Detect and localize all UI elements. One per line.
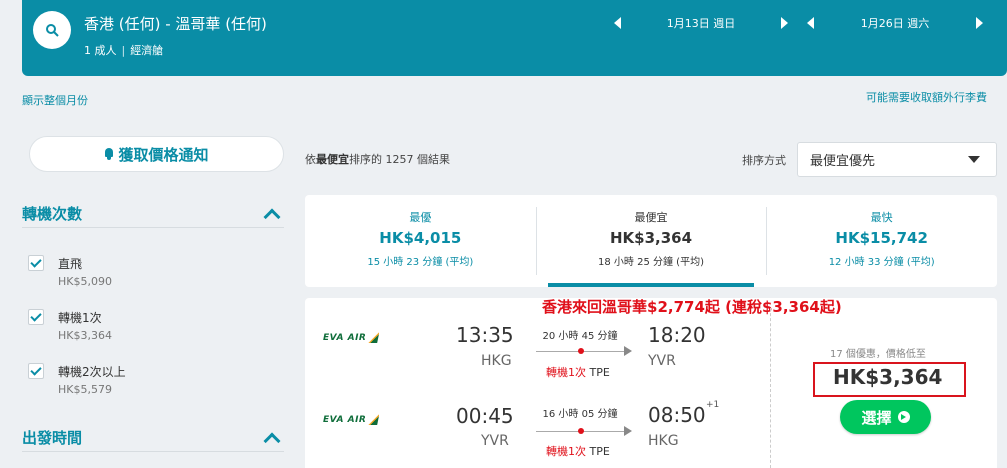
- stops-filter-title: 轉機次數: [22, 205, 83, 223]
- tab-best[interactable]: 最優 HK$4,015 15 小時 23 分鐘 (平均): [305, 195, 536, 287]
- stop-airport: TPE: [589, 445, 610, 458]
- tab-price: HK$4,015: [379, 229, 462, 247]
- tab-duration: 12 小時 33 分鐘 (平均): [828, 257, 935, 268]
- outbound-arrive-airport: YVR: [648, 353, 676, 369]
- stops-count: 轉機1次: [546, 366, 586, 379]
- search-icon: [46, 24, 59, 37]
- passenger-cabin[interactable]: 1 成人 | 經濟艙: [84, 42, 163, 58]
- tab-label: 最優: [409, 211, 432, 224]
- airline-name: EVA AIR: [323, 414, 367, 425]
- select-label: 選擇: [861, 408, 892, 427]
- plane-icon: [624, 346, 632, 356]
- bell-icon: [104, 148, 114, 160]
- return-date-nav: 1月26日 週六: [807, 13, 983, 33]
- tab-cheapest[interactable]: 最便宜 HK$3,364 18 小時 25 分鐘 (平均): [535, 195, 767, 287]
- price-divider: [770, 308, 771, 468]
- sort-select[interactable]: 最便宜優先: [797, 142, 997, 177]
- one-stop-checkbox[interactable]: [28, 309, 44, 325]
- route-title[interactable]: 香港 (任何) - 溫哥華 (任何): [84, 13, 267, 34]
- stops-filter-header[interactable]: 轉機次數: [22, 200, 284, 228]
- inbound-arrive-time: 08:50: [648, 403, 706, 427]
- inbound-duration: 16 小時 05 分鐘: [542, 409, 618, 420]
- stop-option-label: 轉機2次以上: [58, 365, 126, 379]
- tab-duration: 18 小時 25 分鐘 (平均): [598, 257, 704, 268]
- promo-banner: 香港來回溫哥華$2,774起 (連稅$3,364起): [542, 298, 842, 316]
- price-alert-button[interactable]: 獲取價格通知: [29, 136, 284, 172]
- inbound-depart-airport: YVR: [481, 433, 509, 449]
- next-depart-date-arrow-icon[interactable]: [781, 17, 788, 29]
- airline-logo: EVA AIR: [323, 332, 380, 343]
- sort-value: 最便宜優先: [810, 154, 876, 169]
- airline-mark-icon: [368, 332, 380, 343]
- next-return-date-arrow-icon[interactable]: [976, 17, 983, 29]
- two-plus-stops-checkbox[interactable]: [28, 363, 44, 379]
- stop-option-price: HK$3,364: [58, 329, 112, 342]
- caret-down-icon: [968, 156, 980, 163]
- results-count: 依最便宜排序的 1257 個結果: [305, 151, 450, 167]
- stop-dot-icon: [578, 428, 584, 434]
- stop-option-price: HK$5,579: [58, 383, 112, 396]
- price-alert-label: 獲取價格通知: [118, 145, 209, 164]
- deals-count: 17 個優惠，價格低至: [830, 349, 926, 360]
- depart-date-nav: 1月13日 週日: [614, 13, 788, 33]
- prev-return-date-arrow-icon[interactable]: [807, 17, 814, 29]
- arrow-right-icon: [897, 411, 910, 423]
- outbound-depart-airport: HKG: [481, 353, 512, 369]
- stop-dot-icon: [578, 348, 584, 354]
- inbound-depart-time: 00:45: [456, 404, 514, 428]
- stops-count: 轉機1次: [546, 445, 586, 458]
- inbound-arrive-airport: HKG: [648, 433, 679, 449]
- select-button[interactable]: 選擇: [840, 400, 931, 434]
- chevron-up-icon[interactable]: [263, 208, 281, 225]
- outbound-stops[interactable]: 轉機1次 TPE: [546, 364, 610, 380]
- outbound-depart-time: 13:35: [456, 323, 514, 347]
- tab-label: 最便宜: [634, 211, 668, 224]
- airline-name: EVA AIR: [323, 332, 367, 343]
- next-day-indicator: +1: [706, 400, 720, 410]
- stop-airport: TPE: [589, 366, 610, 379]
- search-button[interactable]: [33, 11, 71, 49]
- baggage-fees-link[interactable]: 可能需要收取額外行李費: [866, 89, 987, 105]
- airline-mark-icon: [368, 414, 380, 425]
- airline-logo: EVA AIR: [323, 414, 380, 425]
- stop-option-label: 轉機1次: [58, 311, 102, 325]
- search-summary-bar[interactable]: 香港 (任何) - 溫哥華 (任何) 1 成人 | 經濟艙 1月13日 週日 1月2…: [22, 0, 1007, 76]
- divider: |: [121, 44, 126, 57]
- chevron-up-icon[interactable]: [263, 432, 281, 449]
- departure-time-filter-header[interactable]: 出發時間: [22, 424, 284, 452]
- sort-summary-tabs: 最優 HK$4,015 15 小時 23 分鐘 (平均) 最便宜 HK$3,36…: [305, 195, 997, 287]
- plane-icon: [624, 426, 632, 436]
- outbound-arrive-time: 18:20: [648, 323, 706, 347]
- stop-option-price: HK$5,090: [58, 275, 112, 288]
- passenger-count: 1 成人: [84, 44, 117, 57]
- depart-date[interactable]: 1月13日 週日: [621, 15, 781, 31]
- tab-duration: 15 小時 23 分鐘 (平均): [367, 257, 474, 268]
- inbound-stops[interactable]: 轉機1次 TPE: [546, 443, 610, 459]
- return-date[interactable]: 1月26日 週六: [814, 15, 976, 31]
- result-price: HK$3,364: [833, 365, 943, 389]
- prev-depart-date-arrow-icon[interactable]: [614, 17, 621, 29]
- sort-label: 排序方式: [742, 154, 786, 167]
- tab-price: HK$15,742: [835, 229, 928, 247]
- departure-time-filter-title: 出發時間: [22, 429, 83, 447]
- results-count-prefix: 依: [305, 153, 316, 166]
- tab-price: HK$3,364: [609, 229, 693, 247]
- results-count-sort: 最便宜: [316, 153, 349, 166]
- outbound-duration: 20 小時 45 分鐘: [542, 331, 618, 342]
- results-count-suffix: 排序的 1257 個結果: [349, 153, 450, 166]
- tab-label: 最快: [870, 211, 893, 224]
- show-whole-month-link[interactable]: 顯示整個月份: [22, 92, 88, 108]
- stop-option-label: 直飛: [58, 257, 83, 271]
- nonstop-checkbox[interactable]: [28, 255, 44, 271]
- tab-fastest[interactable]: 最快 HK$15,742 12 小時 33 分鐘 (平均): [766, 195, 997, 287]
- cabin-class: 經濟艙: [130, 44, 164, 57]
